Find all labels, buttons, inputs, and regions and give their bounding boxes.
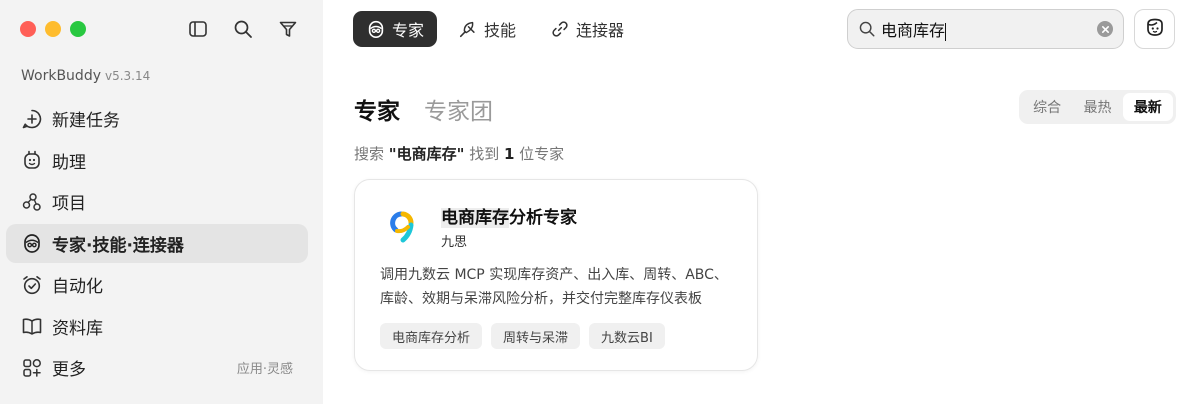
tag: 电商库存分析 [380,323,483,349]
sidebar-toolbar [186,17,299,40]
sidebar-item-assistant[interactable]: 助理 [6,141,308,180]
window-controls [20,21,86,37]
expert-title: 电商库存分析专家 [441,203,577,228]
tab-label: 技能 [484,21,517,40]
sidebar-item-label: 项目 [52,194,86,214]
minimize-window-button[interactable] [45,21,61,37]
sort-segmented-control: 综合 最热 最新 [1019,90,1176,124]
tab-label: 连接器 [576,21,625,40]
section-heading: 专家 专家团 [354,92,493,126]
more-apps-icon [21,357,43,379]
link-icon [550,19,570,39]
sidebar-item-experts[interactable]: 专家·技能·连接器 [6,223,308,263]
search-result-summary: 搜索 "电商库存" 找到 1 位专家 [354,143,564,164]
sidebar-item-label: 更多 [52,360,86,380]
alarm-icon [21,274,43,296]
result-prefix: 搜索 [354,145,389,163]
expert-icon [21,232,43,254]
sidebar-item-more[interactable]: 更多 应用·灵感 [6,348,308,387]
sidebar-item-label: 新建任务 [52,111,120,131]
tab-connectors[interactable]: 连接器 [537,11,637,47]
sidebar-item-label: 资料库 [52,318,103,339]
category-tabs: 专家 技能 连接器 [353,11,637,47]
app-title: WorkBuddy [21,68,101,84]
sidebar-item-label: 助理 [52,152,86,173]
filter-icon[interactable] [276,17,299,40]
sidebar-item-library[interactable]: 资料库 [6,307,308,346]
search-input[interactable]: 电商库存 [881,17,1097,41]
expert-icon [366,19,386,39]
heading-experts[interactable]: 专家 [354,92,400,126]
sidebar-item-project[interactable]: 项目 [6,182,308,221]
tab-experts[interactable]: 专家 [353,11,438,47]
sidebar-item-new-task[interactable]: 新建任务 [6,99,308,138]
profile-button[interactable] [1134,9,1175,49]
sidebar-toggle-icon[interactable] [186,17,209,40]
more-hint: 应用·灵感 [236,362,293,377]
result-count: 1 [503,145,515,163]
title-rest: 分析专家 [509,208,577,228]
zoom-window-button[interactable] [70,21,86,37]
app-version: v5.3.14 [105,69,151,83]
heading-expert-teams[interactable]: 专家团 [424,92,493,126]
book-icon [21,315,43,337]
sort-option-hottest[interactable]: 最热 [1072,93,1122,121]
search-icon[interactable] [231,17,254,40]
expert-logo-icon [383,206,423,246]
text-caret [945,22,947,41]
sidebar-item-label: 专家·技能·连接器 [52,235,184,256]
sidebar-nav: 新建任务 助理 项目 专家·技能·连接器 自动化 资料库 更多 应用·灵感 [6,99,308,390]
sidebar-item-automation[interactable]: 自动化 [6,265,308,304]
project-icon [21,191,43,213]
app-name: WorkBuddy v5.3.14 [21,68,150,84]
expert-card[interactable]: 电商库存分析专家 九思 调用九数云 MCP 实现库存资产、出入库、周转、ABC、… [354,179,758,371]
search-value: 电商库存 [881,21,946,40]
tag: 周转与呆滞 [491,323,581,349]
sidebar: WorkBuddy v5.3.14 新建任务 助理 项目 专家·技能·连接器 自… [0,0,323,404]
close-window-button[interactable] [20,21,36,37]
sidebar-item-label: 自动化 [52,277,103,297]
expert-description: 调用九数云 MCP 实现库存资产、出入库、周转、ABC、库龄、效期与呆滞风险分析… [380,267,728,307]
title-highlight: 电商库存 [441,208,509,228]
clear-search-icon[interactable] [1097,21,1113,37]
search-field[interactable]: 电商库存 [847,9,1124,49]
result-mid: 找到 [464,145,504,163]
result-suffix: 位专家 [514,145,565,163]
result-query: "电商库存" [388,145,465,163]
search-icon [858,20,876,38]
new-task-icon [21,108,43,130]
assistant-icon [21,149,43,171]
sort-option-newest[interactable]: 最新 [1122,93,1173,121]
skill-icon [458,19,478,39]
face-icon [1144,16,1166,42]
expert-author: 九思 [441,235,468,250]
expert-tags: 电商库存分析 周转与呆滞 九数云BI [380,323,665,349]
sort-option-comprehensive[interactable]: 综合 [1022,93,1072,121]
tab-skills[interactable]: 技能 [445,11,529,47]
main-panel: 专家 技能 连接器 电商库存 专家 专家团 综合 最热 最新 搜索 "电商库存"… [323,0,1200,404]
tab-label: 专家 [392,21,425,40]
tag: 九数云BI [589,323,665,349]
